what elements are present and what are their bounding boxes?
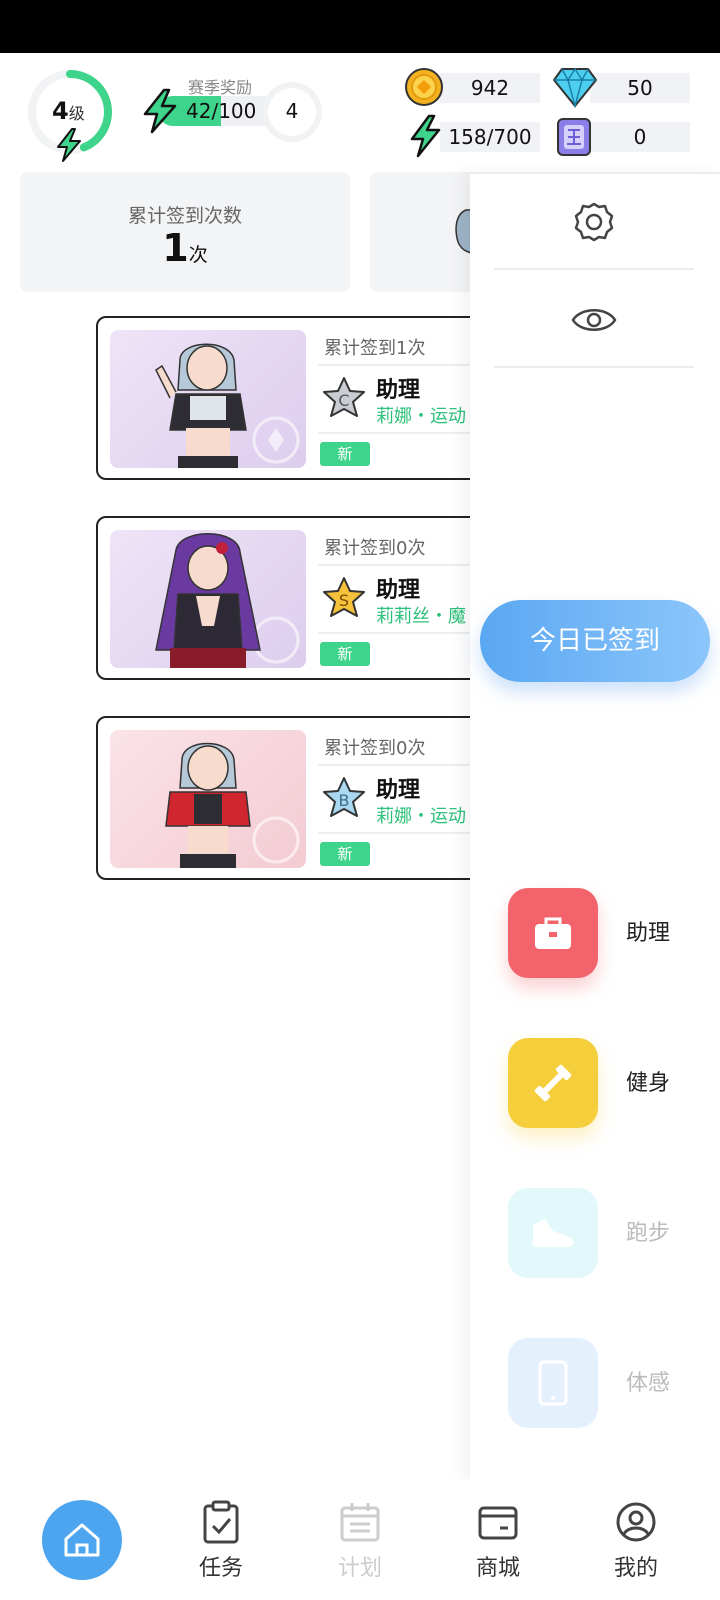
running-label[interactable]: 跑步: [626, 1215, 670, 1247]
new-badge: 新: [320, 842, 370, 866]
coin-icon: [405, 68, 443, 106]
grade-s-icon: S: [323, 577, 365, 617]
tab-profile[interactable]: 我的: [596, 1550, 676, 1582]
gear-icon: [574, 202, 614, 242]
card-title: 助理: [376, 778, 421, 803]
home-button[interactable]: [42, 1500, 122, 1580]
clipboard-check-icon[interactable]: [199, 1500, 243, 1544]
character-portrait: [110, 530, 306, 668]
assistant-tile[interactable]: [508, 888, 598, 978]
level-display: 4级: [52, 97, 85, 125]
new-badge: 新: [320, 442, 370, 466]
level-value: 4: [52, 97, 69, 125]
signin-count-value: 1次: [20, 226, 350, 270]
card-signin-count: 累计签到1次: [324, 338, 426, 359]
season-next-level: 4: [285, 99, 299, 123]
user-icon[interactable]: [614, 1500, 658, 1544]
card-title: 助理: [376, 378, 421, 403]
ticket-icon: [557, 118, 591, 156]
card-subtitle: 莉莉丝・魔: [376, 606, 466, 627]
dumbbell-icon: [534, 1064, 572, 1102]
reward-card[interactable]: 累计签到0次 S 助理 莉莉丝・魔 新: [96, 516, 496, 680]
motion-sensing-tile[interactable]: [508, 1338, 598, 1428]
season-bolt-icon: [143, 88, 177, 134]
running-tile[interactable]: [508, 1188, 598, 1278]
phone-icon: [538, 1360, 568, 1406]
motion-sensing-label[interactable]: 体感: [626, 1365, 670, 1397]
reward-card[interactable]: 累计签到1次 C 助理 莉娜・运动 新: [96, 316, 496, 480]
svg-text:C: C: [338, 391, 349, 410]
tab-plan[interactable]: 计划: [320, 1550, 400, 1582]
settings-button[interactable]: [494, 174, 694, 270]
fitness-tile[interactable]: [508, 1038, 598, 1128]
signin-count-number: 1: [162, 226, 189, 270]
gem-count: 50: [627, 76, 653, 100]
level-bolt-icon: [57, 128, 81, 162]
reward-card[interactable]: 累计签到0次 B 助理 莉娜・运动 新: [96, 716, 496, 880]
card-title: 助理: [376, 578, 421, 603]
side-menu-panel: 今日已签到 助理 健身 跑步 体感: [470, 172, 720, 1482]
coin-count: 942: [470, 76, 510, 100]
tab-shop[interactable]: 商城: [458, 1550, 538, 1582]
card-signin-count: 累计签到0次: [324, 538, 426, 559]
card-signin-count: 累计签到0次: [324, 738, 426, 759]
visibility-toggle-button[interactable]: [494, 272, 694, 368]
svg-text:S: S: [339, 591, 349, 610]
level-unit: 级: [68, 104, 85, 123]
assistant-label[interactable]: 助理: [626, 915, 670, 947]
gem-icon: [553, 67, 597, 108]
card-subtitle: 莉娜・运动: [376, 806, 466, 827]
fitness-label[interactable]: 健身: [626, 1065, 670, 1097]
grade-b-icon: B: [323, 777, 365, 817]
tab-tasks[interactable]: 任务: [181, 1550, 261, 1582]
character-portrait: [110, 330, 306, 468]
card-subtitle: 莉娜・运动: [376, 406, 466, 427]
grade-c-icon: C: [323, 377, 365, 417]
season-progress-text: 42/100: [186, 99, 257, 123]
briefcase-icon: [535, 917, 571, 949]
energy-icon: [410, 114, 441, 158]
status-bar: [0, 0, 720, 53]
shoe-icon: [532, 1219, 574, 1247]
ticket-count: 0: [633, 125, 647, 149]
svg-text:B: B: [339, 791, 350, 810]
wallet-icon[interactable]: [476, 1500, 520, 1544]
calendar-icon[interactable]: [338, 1500, 382, 1544]
home-icon: [64, 1523, 100, 1557]
signed-in-today-button[interactable]: 今日已签到: [480, 600, 710, 682]
bottom-nav-bar: 任务 计划 商城 我的: [0, 1480, 720, 1600]
eye-icon: [571, 309, 617, 331]
signin-count-unit: 次: [188, 244, 208, 266]
new-badge: 新: [320, 642, 370, 666]
signin-count-label: 累计签到次数: [127, 205, 242, 227]
energy-count: 158/700: [448, 125, 532, 149]
character-portrait: [110, 730, 306, 868]
